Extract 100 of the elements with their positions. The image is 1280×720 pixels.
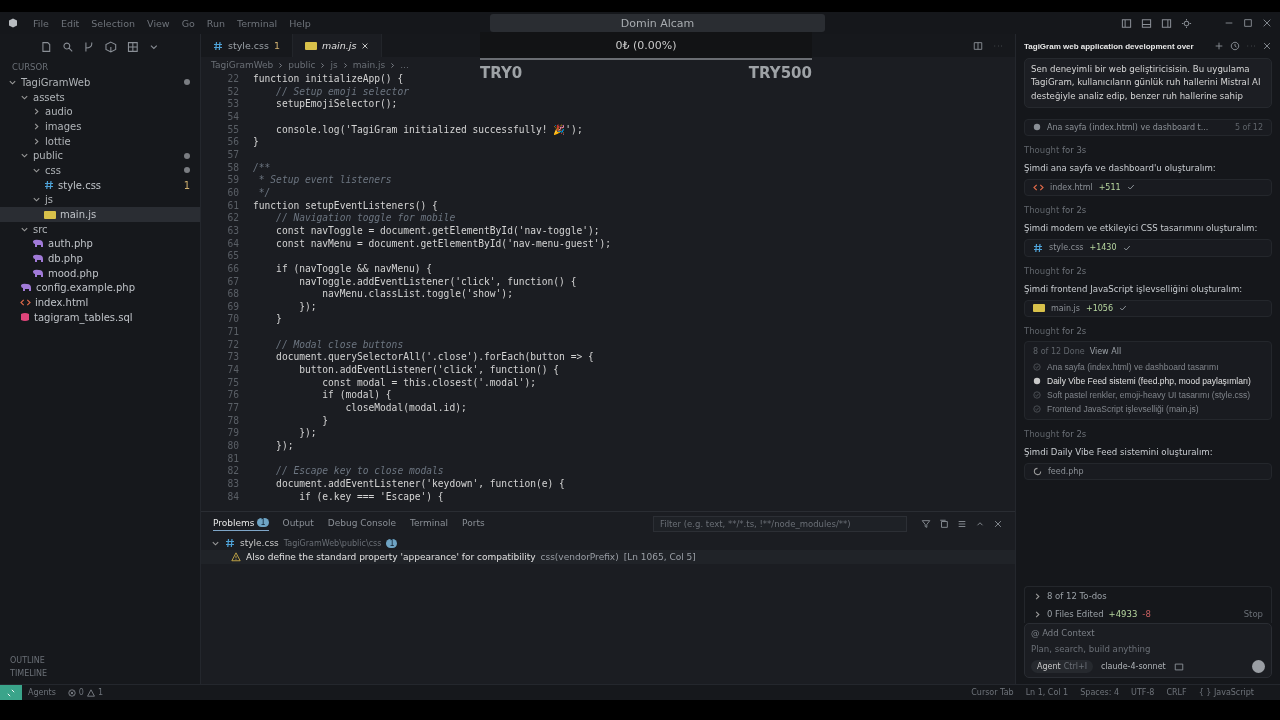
close-icon[interactable] [361, 41, 370, 50]
explorer-entry[interactable]: index.html [0, 295, 200, 310]
folder-entry[interactable]: css [0, 163, 200, 178]
branch-icon[interactable] [83, 41, 95, 53]
menu-item[interactable]: View [142, 17, 175, 29]
todo-row[interactable]: Ana sayfa (index.html) ve dashboard t... 5 of 12 [1024, 118, 1272, 136]
section-header[interactable]: OUTLINE [0, 654, 200, 667]
stop-button[interactable]: Stop [1243, 609, 1263, 619]
folder-entry[interactable]: audio [0, 104, 200, 120]
file-name: style.css [1049, 243, 1084, 253]
add-context-button[interactable]: @ Add Context [1031, 628, 1095, 638]
breadcrumb-item[interactable]: public [288, 60, 316, 70]
explorer-entry[interactable]: mood.php [0, 265, 200, 281]
file-name: feed.php [1048, 466, 1084, 476]
panel-tab[interactable]: Debug Console [327, 517, 397, 531]
agents-status[interactable]: Agents [22, 688, 62, 697]
panel-toggle-icon[interactable] [1141, 17, 1152, 29]
menu-item[interactable]: Go [176, 17, 200, 29]
breadcrumb-item[interactable]: TagiGramWeb [211, 60, 274, 70]
maximize-icon[interactable] [1243, 18, 1253, 28]
code-line: // Escape key to close modals [275, 465, 444, 478]
list-icon[interactable] [957, 519, 967, 529]
file-edit-card[interactable]: index.html +511 [1024, 178, 1272, 196]
panel-tab[interactable]: Output [282, 517, 314, 531]
explorer-entry[interactable]: main.js [0, 207, 200, 222]
grid-icon[interactable] [126, 41, 139, 53]
explorer-entry[interactable]: db.php [0, 251, 200, 266]
line-number: 83 [226, 478, 240, 491]
explorer-entry[interactable]: tagigram_tables.sql [0, 310, 200, 325]
folder-entry[interactable]: TagiGramWeb [0, 75, 200, 90]
folder-entry[interactable]: js [0, 192, 200, 208]
chat-title: TagiGram web application development over [1024, 41, 1194, 51]
model-selector[interactable]: claude-4-sonnet [1101, 662, 1166, 671]
files-edited-label[interactable]: 0 Files Edited [1047, 609, 1104, 619]
files-icon[interactable] [40, 41, 52, 53]
error-count[interactable]: 0 [78, 688, 84, 697]
status-item[interactable]: Spaces: 4 [1074, 688, 1126, 697]
line-number: 67 [226, 275, 240, 289]
section-header[interactable]: TIMELINE [0, 667, 200, 680]
lines-added: +1430 [1089, 243, 1117, 253]
menu-item[interactable]: Terminal [232, 17, 283, 29]
problem-item[interactable]: Also define the standard property 'appearance' for compatibility css(vendorPrefix) [Ln 1065, Col 5] [201, 550, 1015, 564]
editor-tab[interactable]: style.css 1 [201, 34, 293, 57]
copy-icon[interactable] [939, 519, 949, 529]
panel-tab[interactable]: Terminal [410, 517, 449, 531]
folder-entry[interactable]: lottie [0, 133, 200, 149]
folder-entry[interactable]: images [0, 119, 200, 134]
agent-mode-button[interactable]: Agent Ctrl+I [1031, 660, 1093, 673]
status-item[interactable]: CRLF [1160, 688, 1193, 697]
history-icon[interactable] [1230, 41, 1240, 51]
lines-removed: -8 [1142, 609, 1151, 619]
breadcrumb-item[interactable]: ... [400, 60, 409, 70]
line-number: 52 [226, 85, 240, 99]
view-all-link[interactable]: View All [1089, 346, 1122, 356]
explorer-entry[interactable]: config.example.php [0, 280, 200, 296]
todos-summary[interactable]: 8 of 12 To-dos [1033, 591, 1263, 601]
file-name: main.js [1051, 303, 1080, 313]
menu-item[interactable]: Help [284, 17, 316, 29]
plus-icon[interactable] [1214, 41, 1224, 51]
menu-item[interactable]: Run [201, 17, 231, 29]
explorer-entry[interactable]: style.css 1 [0, 177, 200, 193]
breadcrumb-item[interactable]: main.js [352, 60, 386, 70]
folder-entry[interactable]: src [0, 221, 200, 237]
menu-item[interactable]: Edit [55, 17, 85, 29]
sidebar-toggle-icon[interactable] [1121, 17, 1132, 29]
panel-tab[interactable]: Ports [462, 517, 485, 531]
close-icon[interactable] [993, 519, 1003, 529]
explorer-entry[interactable]: auth.php [0, 236, 200, 252]
close-icon[interactable] [1262, 18, 1272, 28]
folder-entry[interactable]: assets [0, 89, 200, 105]
chat-message: Şimdi Daily Vibe Feed sistemini oluşturalım: [1024, 446, 1214, 457]
menu-item[interactable]: Selection [86, 17, 141, 29]
filter-field[interactable]: Filter (e.g. text, **/*.ts, !**/node_modules/**) [653, 516, 907, 532]
split-editor-icon[interactable] [973, 40, 983, 51]
warning-count[interactable]: 1 [97, 688, 104, 697]
line-number: 73 [226, 351, 240, 365]
editor-tab[interactable]: main.js [293, 34, 383, 57]
chat-input[interactable]: Plan, search, build anything [1031, 644, 1265, 654]
thought-label: Thought for 2s [1024, 265, 1088, 276]
send-button[interactable] [1252, 660, 1265, 673]
search-icon[interactable] [61, 41, 74, 53]
status-item[interactable]: Cursor Tab [965, 688, 1020, 697]
menu-item[interactable]: File [28, 17, 54, 29]
file-edit-card[interactable]: style.css +1430 [1024, 238, 1272, 257]
problem-group[interactable]: style.css TagiGramWeb\public\css 1 [201, 536, 1015, 550]
layout-icon[interactable] [1161, 17, 1172, 29]
code-line: navMenu.classList.toggle('show'); [321, 288, 513, 301]
image-icon[interactable] [1173, 661, 1184, 672]
filter-icon[interactable] [921, 519, 931, 529]
status-item[interactable]: UTF-8 [1125, 688, 1161, 697]
close-icon[interactable] [1262, 41, 1272, 51]
file-edit-card[interactable]: main.js +1056 [1024, 299, 1272, 317]
panel-tab[interactable]: Problems 1 [213, 517, 269, 531]
breadcrumb-item[interactable]: js [330, 60, 338, 70]
status-item[interactable]: Ln 1, Col 1 [1019, 688, 1075, 697]
file-edit-card[interactable]: feed.php [1024, 462, 1272, 480]
folder-entry[interactable]: public [0, 148, 200, 164]
status-item[interactable]: { } JavaScript [1192, 688, 1260, 697]
cube-icon[interactable] [105, 41, 117, 53]
line-number: 69 [226, 300, 240, 314]
